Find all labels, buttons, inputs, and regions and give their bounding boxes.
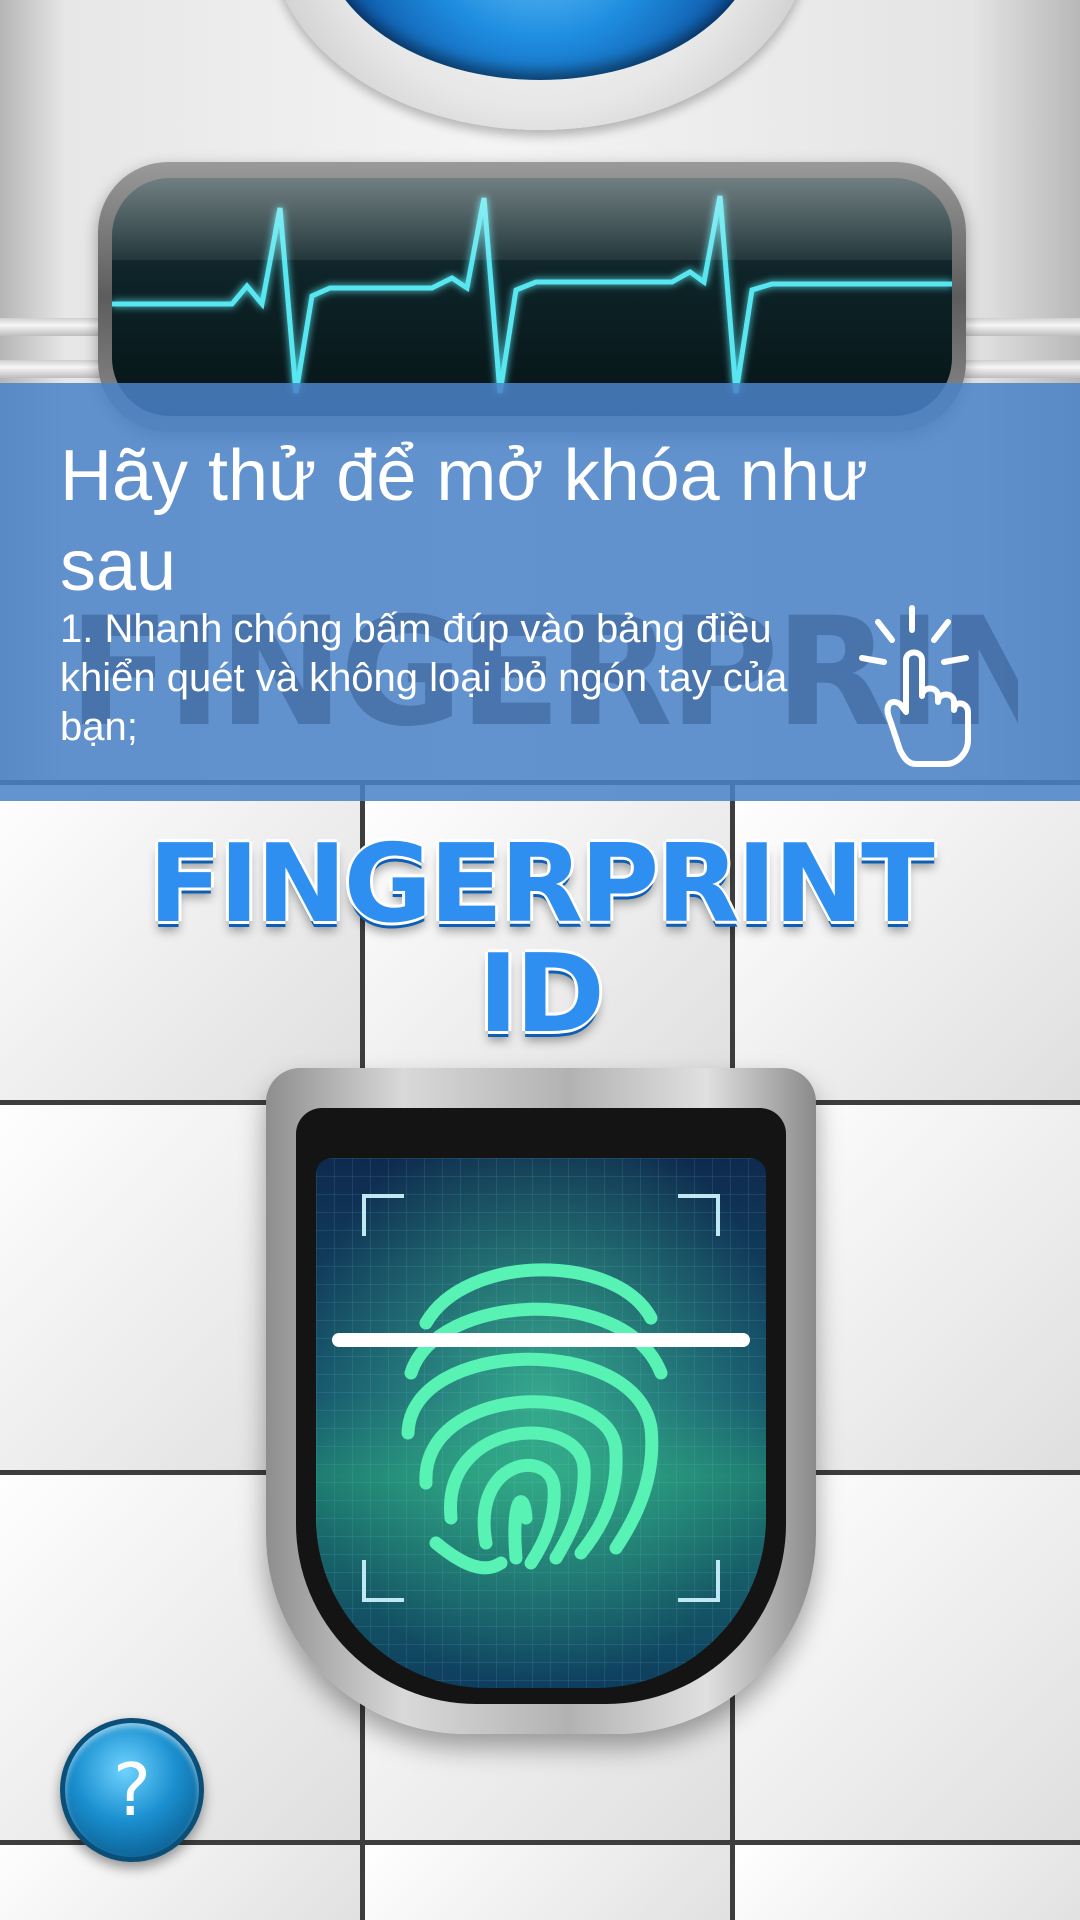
wall-tile [0, 1840, 370, 1920]
help-button[interactable]: ? [60, 1718, 204, 1862]
scanner-bezel [296, 1108, 786, 1704]
fingerprint-scanner[interactable] [266, 1068, 816, 1734]
blue-lens-dome [270, 0, 810, 130]
app-background: FINGERPRINT ID FINGERPRIN Hãy thử để mở … [0, 0, 1080, 1920]
fingerprint-id-logo: FINGERPRINT ID [148, 822, 935, 1057]
screen-glare [112, 178, 952, 260]
fingerprint-icon [316, 1158, 766, 1688]
scan-panel[interactable] [316, 1158, 766, 1688]
wall-tile [360, 1840, 740, 1920]
blue-lens [320, 0, 760, 80]
banner-instructions: 1. Nhanh chóng bấm đúp vào bảng điều khi… [60, 607, 788, 749]
banner-title: Hãy thử để mở khóa như sau [60, 436, 868, 606]
heartbeat-screen [112, 178, 952, 416]
help-icon: ? [112, 1748, 152, 1832]
wall-tile [730, 1840, 1080, 1920]
tap-hand-icon [859, 605, 971, 767]
